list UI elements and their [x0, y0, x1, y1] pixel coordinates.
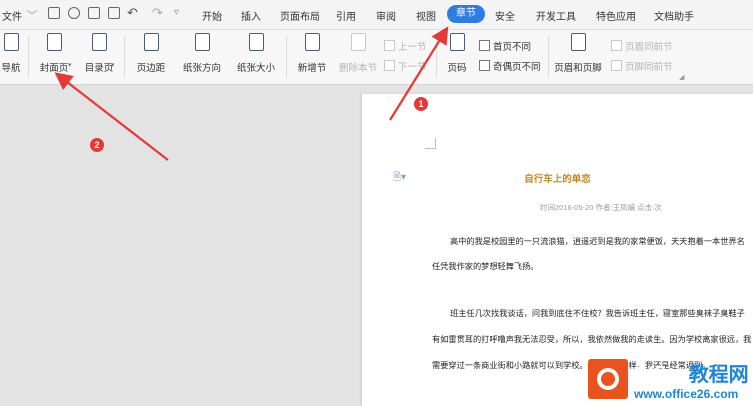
document-meta: 时间2016-05-20 作者:王凤编 点击:次	[540, 203, 662, 212]
same-header-prev-checkbox[interactable]: 页眉同前节	[611, 39, 673, 53]
tab-developer-tools[interactable]: 开发工具	[536, 8, 576, 23]
add-section-icon	[304, 33, 320, 51]
delete-section-icon	[350, 33, 366, 51]
prev-section-button[interactable]: 上一节	[384, 39, 427, 53]
same-header-prev-box	[611, 40, 622, 51]
watermark-brand-cn: 教程网	[688, 364, 749, 386]
paper-size-button[interactable]: 纸张大小	[231, 33, 281, 74]
paragraph-line: 有如雷贯耳的打呼噜声我无法忍受，所以，我依然做我的走读生。因为学校离家很远，我	[432, 335, 752, 344]
first-page-different-checkbox[interactable]: 首页不同	[479, 39, 531, 53]
watermark-brand: Office教程网	[632, 358, 749, 387]
tab-special-apps[interactable]: 特色应用	[596, 8, 636, 23]
menu-bar: 文件 ﹀ ↶ ↷ ▿ 开始 插入 页面布局 引用 审阅 视图 章节 安全 开发工…	[0, 0, 753, 30]
next-section-icon	[384, 60, 395, 71]
annotation-badge-1: 1	[414, 97, 428, 111]
cover-page-dropdown-icon[interactable]: ▾	[68, 61, 72, 69]
tab-insert[interactable]: 插入	[241, 8, 261, 23]
paper-size-icon	[248, 33, 264, 51]
paper-size-label: 纸张大小	[236, 63, 275, 74]
paragraph-line: 任凭我作家的梦想轻舞飞扬。	[432, 262, 539, 271]
page-number-label: 页码	[447, 63, 467, 74]
margins-button[interactable]: 页边距	[131, 33, 171, 74]
cover-page-icon	[46, 33, 62, 51]
toc-page-icon	[91, 33, 107, 51]
page-number-icon	[449, 33, 465, 51]
margin-corner-mark	[425, 138, 436, 149]
ribbon-divider	[436, 36, 437, 78]
quick-access-more-icon[interactable]: ▿	[174, 7, 179, 18]
prev-section-icon	[384, 40, 395, 51]
delete-section-button[interactable]: 删除本节	[336, 33, 380, 74]
tab-home[interactable]: 开始	[202, 8, 222, 23]
prev-section-label: 上一节	[398, 42, 427, 53]
header-footer-label: 页眉和页脚	[554, 63, 602, 74]
ribbon-expand-icon[interactable]: ◢	[679, 73, 684, 81]
tab-doc-assistant[interactable]: 文档助手	[654, 8, 694, 23]
add-section-button[interactable]: 新增节	[291, 33, 333, 74]
watermark: Office教程网 www.office26.com	[588, 356, 753, 406]
margins-label: 页边距	[136, 63, 166, 74]
odd-even-different-label: 奇偶页不同	[493, 62, 541, 73]
ribbon-divider	[548, 36, 549, 78]
watermark-brand-main: Office	[632, 364, 689, 386]
tab-references[interactable]: 引用	[336, 8, 356, 23]
print-preview-icon[interactable]	[108, 7, 120, 19]
tab-section[interactable]: 章节	[447, 5, 485, 23]
tab-security[interactable]: 安全	[495, 8, 515, 23]
first-page-different-label: 首页不同	[493, 42, 532, 53]
tab-review[interactable]: 审阅	[376, 8, 396, 23]
print-icon[interactable]	[88, 7, 100, 19]
nav-pane-button[interactable]: 导航	[0, 33, 26, 74]
annotation-badge-2: 2	[90, 138, 104, 152]
next-section-button[interactable]: 下一节	[384, 59, 427, 73]
same-header-prev-label: 页眉同前节	[625, 42, 673, 53]
redo-icon[interactable]: ↷	[152, 5, 163, 21]
same-footer-prev-box	[611, 60, 622, 71]
undo-icon[interactable]: ↶	[127, 5, 138, 21]
odd-even-different-checkbox[interactable]: 奇偶页不同	[479, 59, 541, 73]
watermark-url: www.office26.com	[634, 387, 739, 401]
ribbon-divider	[286, 36, 287, 78]
odd-even-different-box	[479, 60, 490, 71]
page-number-button[interactable]: 页码	[440, 33, 474, 74]
ribbon: 导航 封面页 ▾ 目录页 ▾ 页边距 纸张方向 纸张大小 新增节 删除本节 上一…	[0, 30, 753, 85]
file-menu-chevron-icon[interactable]: ﹀	[27, 7, 37, 22]
paragraph-line: 班主任几次找我谈话，问我到底住不住校？我告诉班主任，寝室那些臭袜子臭鞋子	[450, 309, 745, 318]
margins-icon	[143, 33, 159, 51]
ribbon-divider	[124, 36, 125, 78]
save-icon[interactable]	[48, 7, 60, 19]
delete-section-label: 删除本节	[338, 63, 377, 74]
orientation-label: 纸张方向	[182, 63, 221, 74]
first-page-different-box	[479, 40, 490, 51]
same-footer-prev-checkbox[interactable]: 页脚同前节	[611, 59, 673, 73]
arrow-to-cover-page	[54, 72, 169, 161]
header-footer-button[interactable]: 页眉和页脚	[552, 33, 604, 74]
add-section-label: 新增节	[297, 63, 327, 74]
tab-view[interactable]: 视图	[416, 8, 436, 23]
nav-pane-label: 导航	[1, 63, 21, 74]
ribbon-divider	[28, 36, 29, 78]
same-footer-prev-label: 页脚同前节	[625, 62, 673, 73]
format-painter-icon[interactable]	[68, 7, 80, 19]
office-logo-icon	[588, 359, 628, 399]
orientation-button[interactable]: 纸张方向	[176, 33, 228, 74]
next-section-label: 下一节	[398, 62, 427, 73]
document-title: 自行车上的单恋	[524, 174, 591, 185]
nav-pane-icon	[3, 33, 19, 51]
tab-page-layout[interactable]: 页面布局	[280, 8, 320, 23]
paragraph-line: 高中的我是校园里的一只流浪猫，逍遥迟到是我的家常便饭，天天抱着一本世界名	[450, 237, 745, 246]
file-menu[interactable]: 文件	[2, 8, 22, 23]
orientation-icon	[194, 33, 210, 51]
toc-page-dropdown-icon[interactable]: ▾	[111, 61, 115, 69]
header-footer-icon	[570, 33, 586, 51]
